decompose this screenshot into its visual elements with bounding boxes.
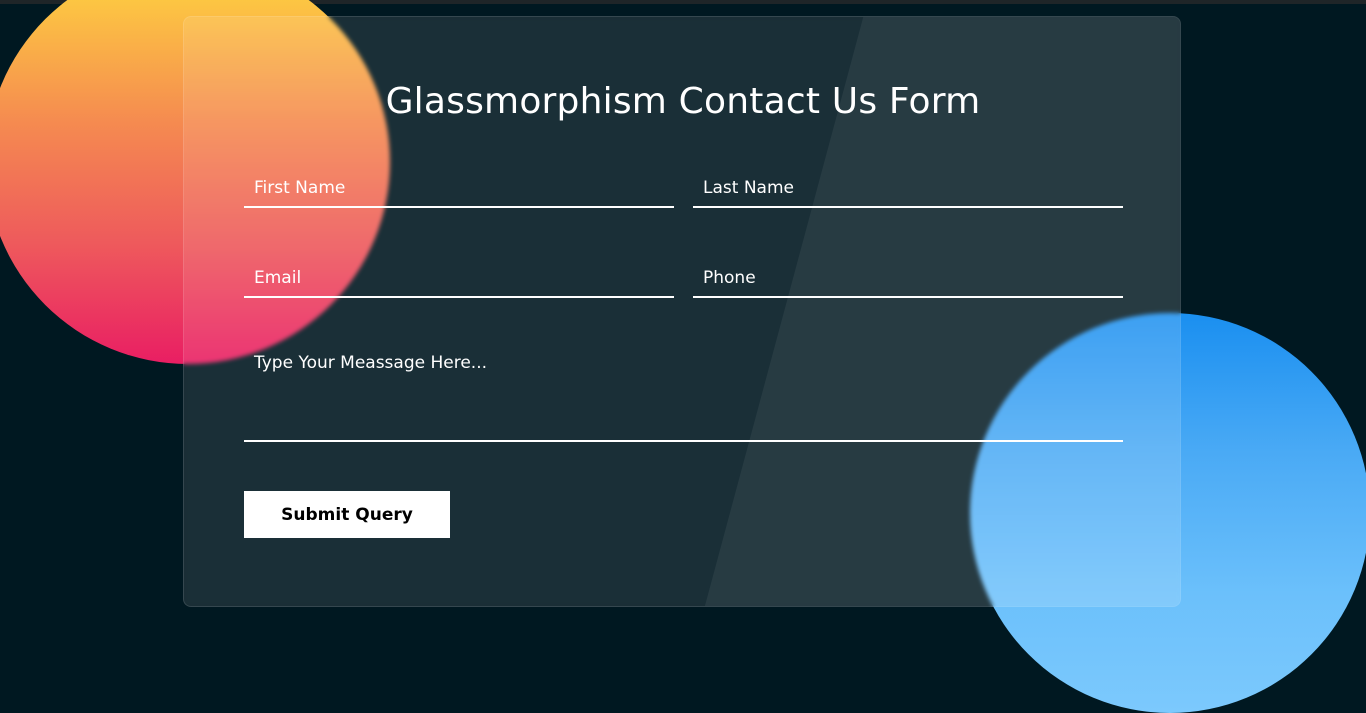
form-title: Glassmorphism Contact Us Form [385,81,981,122]
last-name-field[interactable]: Last Name [693,172,1123,208]
last-name-placeholder: Last Name [703,178,794,198]
message-textarea[interactable]: Type Your Meassage Here... [244,353,1123,442]
phone-placeholder: Phone [703,268,756,288]
phone-field[interactable]: Phone [693,262,1123,298]
message-placeholder: Type Your Meassage Here... [254,353,488,373]
email-placeholder: Email [254,268,302,288]
first-name-field[interactable]: First Name [244,172,674,208]
contact-form-card: Glassmorphism Contact Us Form First Name… [183,16,1181,607]
first-name-placeholder: First Name [254,178,346,198]
email-field[interactable]: Email [244,262,674,298]
submit-query-button[interactable]: Submit Query [244,491,450,538]
